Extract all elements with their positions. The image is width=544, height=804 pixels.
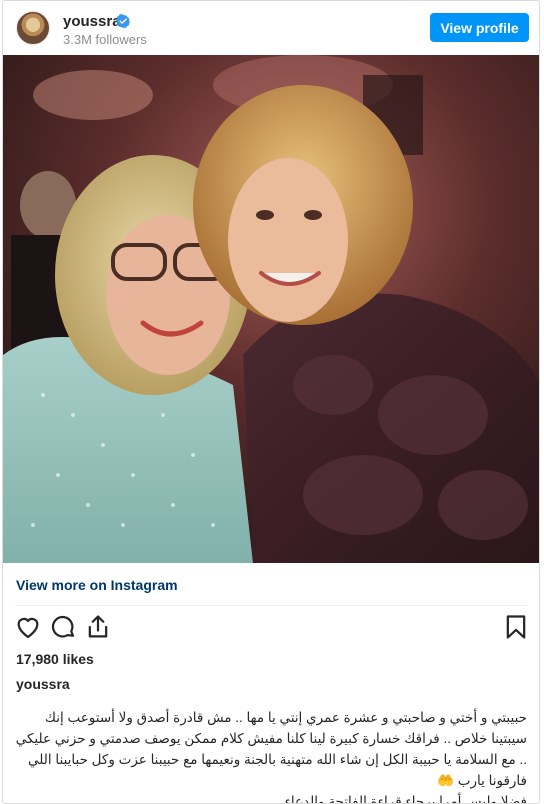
like-count[interactable]: 17,980 likes: [16, 651, 94, 667]
view-more-on-instagram-link[interactable]: View more on Instagram: [16, 577, 178, 593]
instagram-embed-card: youssra 3.3M followers View profile View…: [2, 0, 540, 804]
post-caption: حبيبتي و أختي و صاحبتي و عشرة عمري إنتي …: [15, 710, 527, 804]
verified-badge-icon: [116, 14, 130, 28]
post-header: youssra 3.3M followers View profile: [3, 1, 539, 55]
username[interactable]: youssra: [63, 13, 121, 30]
follower-count: 3.3M followers: [63, 32, 147, 47]
action-bar: [3, 613, 539, 643]
divider: [15, 605, 527, 606]
comment-bubble-icon[interactable]: [49, 613, 77, 641]
photo-illustration: [3, 55, 539, 563]
bookmark-icon[interactable]: [502, 613, 530, 641]
share-icon[interactable]: [84, 613, 112, 641]
profile-avatar[interactable]: [16, 11, 50, 45]
post-photo[interactable]: [3, 55, 539, 563]
view-profile-button[interactable]: View profile: [430, 13, 529, 42]
heart-icon[interactable]: [14, 613, 42, 641]
caption-username[interactable]: youssra: [16, 676, 70, 692]
